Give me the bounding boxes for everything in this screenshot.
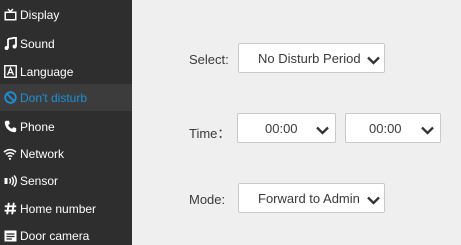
chevron-down-icon (421, 123, 434, 138)
end-time-value: 00:00 (369, 120, 402, 136)
start-time-select[interactable]: 00:00 (237, 113, 336, 143)
period-select[interactable]: No Disturb Period (238, 43, 385, 73)
dont-disturb-panel: Select: No Disturb Period Time： 00:00 00… (132, 0, 461, 245)
sidebar-item-label: Home number (20, 201, 97, 216)
sidebar-item-label: Language (20, 64, 74, 79)
sidebar-item-sound[interactable]: Sound (0, 30, 132, 57)
sidebar-item-label: Phone (20, 119, 55, 134)
sidebar-item-door-camera[interactable]: Door camera (0, 222, 132, 245)
sidebar-item-label: Display (20, 7, 60, 22)
sidebar-item-label: Network (20, 146, 65, 161)
chevron-down-icon (367, 193, 380, 208)
sidebar-item-home-number[interactable]: Home number (0, 195, 132, 222)
time-label: Time： (189, 126, 231, 141)
sidebar-item-label: Sensor (20, 173, 59, 188)
wifi-icon (3, 147, 17, 161)
phone-icon (3, 120, 17, 134)
mode-select[interactable]: Forward to Admin (238, 183, 385, 213)
select-label: Select: (189, 52, 229, 67)
sidebar-item-label: Don't disturb (20, 90, 87, 105)
sidebar-item-network[interactable]: Network (0, 140, 132, 167)
sidebar-item-language[interactable]: Language (0, 58, 132, 85)
mode-select-value: Forward to Admin (258, 190, 360, 206)
door-camera-icon (3, 229, 17, 243)
no-disturb-icon (3, 91, 17, 105)
end-time-select[interactable]: 00:00 (345, 113, 441, 143)
chevron-down-icon (367, 53, 380, 68)
sidebar-item-dont-disturb[interactable]: Don't disturb (0, 84, 132, 111)
hash-icon (3, 202, 17, 216)
tv-icon (3, 8, 17, 22)
sidebar-item-display[interactable]: Display (0, 1, 132, 28)
period-select-value: No Disturb Period (258, 50, 361, 66)
sidebar-item-phone[interactable]: Phone (0, 113, 132, 140)
sidebar-item-label: Sound (20, 36, 55, 51)
mode-label: Mode: (189, 192, 226, 207)
chevron-down-icon (316, 123, 329, 138)
music-note-icon (3, 37, 17, 51)
language-icon (3, 65, 17, 79)
sensor-icon (3, 174, 17, 188)
sidebar-item-label: Door camera (20, 228, 90, 243)
sidebar-item-sensor[interactable]: Sensor (0, 167, 132, 194)
start-time-value: 00:00 (265, 120, 298, 136)
settings-sidebar: Display Sound Language Don't disturb Pho… (0, 0, 132, 245)
